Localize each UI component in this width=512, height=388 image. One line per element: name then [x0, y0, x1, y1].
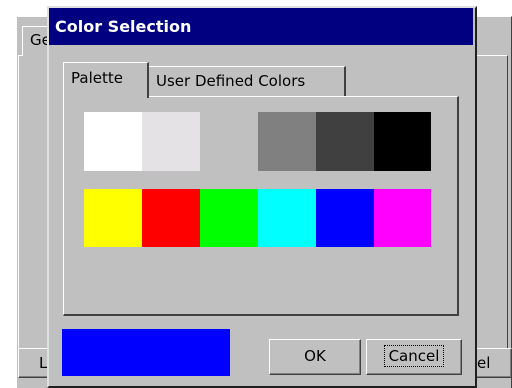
swatch-yellow[interactable] — [84, 189, 142, 247]
swatch-black[interactable] — [374, 112, 431, 171]
tab-palette-label: Palette — [71, 69, 123, 87]
tab-palette[interactable]: Palette — [63, 62, 149, 98]
swatch-blue[interactable] — [316, 189, 374, 247]
tab-user-defined-colors[interactable]: User Defined Colors — [148, 66, 346, 96]
swatch-white[interactable] — [84, 112, 142, 171]
swatch-red[interactable] — [142, 189, 200, 247]
cancel-button[interactable]: Cancel — [366, 339, 462, 375]
selected-color-preview — [62, 329, 230, 376]
dialog-title: Color Selection — [55, 17, 192, 36]
ok-button-label: OK — [304, 347, 326, 365]
swatch-cyan[interactable] — [258, 189, 316, 247]
background-right-button-label: el — [477, 354, 491, 372]
cancel-button-label: Cancel — [383, 345, 445, 367]
swatch-light-gray[interactable] — [142, 112, 200, 171]
tab-user-defined-colors-label: User Defined Colors — [156, 72, 306, 90]
swatch-dark-gray[interactable] — [316, 112, 374, 171]
swatch-green[interactable] — [200, 189, 258, 247]
ok-button[interactable]: OK — [269, 339, 361, 375]
swatch-magenta[interactable] — [374, 189, 431, 247]
swatch-gray[interactable] — [258, 112, 316, 171]
